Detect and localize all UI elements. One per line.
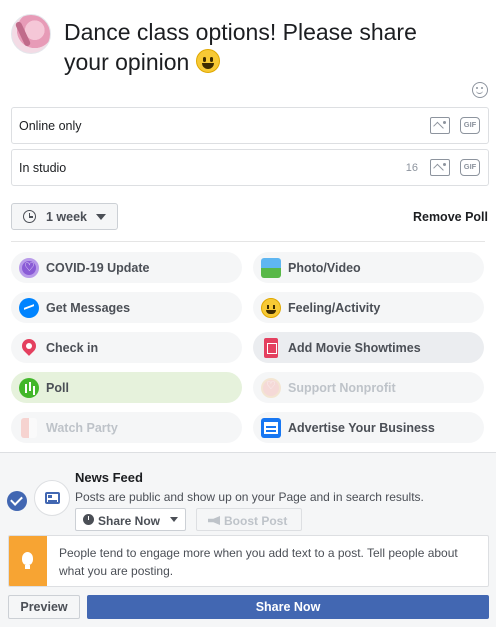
- movie-ticket-icon: [264, 338, 278, 358]
- photo-video-icon: [261, 258, 281, 278]
- share-now-button[interactable]: Share Now: [87, 595, 489, 619]
- feeling-icon: [261, 298, 281, 318]
- lightbulb-icon: [22, 552, 33, 569]
- character-count: 16: [405, 162, 418, 174]
- action-check-in[interactable]: Check in: [11, 332, 242, 363]
- action-label: Get Messages: [46, 301, 131, 315]
- clock-icon: [23, 210, 36, 223]
- action-label: Support Nonprofit: [288, 381, 396, 395]
- share-timing-label: Share Now: [98, 514, 161, 528]
- action-get-messages[interactable]: Get Messages: [11, 292, 242, 323]
- action-label: Check in: [46, 341, 99, 355]
- post-text: Dance class options! Please share your o…: [64, 19, 417, 75]
- boost-post-label: Boost Post: [224, 514, 288, 528]
- action-support-nonprofit: Support Nonprofit: [253, 372, 484, 403]
- chevron-down-icon: [96, 214, 106, 220]
- page-avatar: [11, 14, 51, 54]
- advertise-icon: [261, 418, 281, 438]
- action-poll[interactable]: Poll: [11, 372, 242, 403]
- covid-heart-icon: [19, 258, 39, 278]
- action-add-movie-showtimes[interactable]: Add Movie Showtimes: [253, 332, 484, 363]
- clock-icon: [83, 514, 94, 525]
- share-timing-dropdown[interactable]: Share Now: [75, 508, 186, 531]
- action-covid-update[interactable]: COVID-19 Update: [11, 252, 242, 283]
- action-label: Feeling/Activity: [288, 301, 381, 315]
- grinning-face-emoji-icon: [195, 49, 220, 73]
- action-label: COVID-19 Update: [46, 261, 150, 275]
- news-feed-checkbox[interactable]: [7, 491, 27, 511]
- audience-description: Posts are public and show up on your Pag…: [75, 490, 424, 504]
- poll-option-2-text[interactable]: In studio: [19, 161, 66, 175]
- action-label: Add Movie Showtimes: [288, 341, 421, 355]
- remove-poll-link[interactable]: Remove Poll: [413, 210, 488, 224]
- poll-icon: [19, 378, 39, 398]
- action-photo-video[interactable]: Photo/Video: [253, 252, 484, 283]
- poll-option-1[interactable]: Online only GIF: [11, 107, 489, 144]
- action-watch-party: Watch Party: [11, 412, 242, 443]
- location-pin-icon: [19, 336, 39, 356]
- photo-icon[interactable]: [430, 117, 450, 134]
- poll-duration-dropdown[interactable]: 1 week: [11, 203, 118, 230]
- messenger-icon: [19, 298, 39, 318]
- popcorn-icon: [21, 418, 37, 438]
- action-label: Watch Party: [46, 421, 118, 435]
- action-feeling-activity[interactable]: Feeling/Activity: [253, 292, 484, 323]
- preview-button[interactable]: Preview: [8, 595, 80, 619]
- megaphone-icon: [208, 516, 220, 525]
- poll-option-2[interactable]: In studio 16 GIF: [11, 149, 489, 186]
- poll-duration-label: 1 week: [46, 210, 88, 224]
- chevron-down-icon: [170, 517, 178, 522]
- nonprofit-heart-icon: [261, 378, 281, 398]
- gif-icon[interactable]: GIF: [460, 117, 480, 134]
- action-label: Advertise Your Business: [288, 421, 435, 435]
- post-composer: Dance class options! Please share your o…: [0, 0, 496, 452]
- news-feed-icon-wrap: [34, 480, 70, 516]
- engagement-tip: People tend to engage more when you add …: [8, 535, 489, 587]
- boost-post-button: Boost Post: [196, 508, 302, 531]
- photo-icon[interactable]: [430, 159, 450, 176]
- action-label: Poll: [46, 381, 69, 395]
- action-label: Photo/Video: [288, 261, 361, 275]
- action-advertise-business[interactable]: Advertise Your Business: [253, 412, 484, 443]
- divider: [11, 241, 485, 242]
- emoji-picker-icon[interactable]: [472, 82, 488, 98]
- tip-text: People tend to engage more when you add …: [59, 546, 458, 578]
- audience-title: News Feed: [75, 470, 143, 485]
- post-footer: News Feed Posts are public and show up o…: [0, 452, 496, 627]
- post-text-area[interactable]: Dance class options! Please share your o…: [64, 17, 444, 77]
- news-feed-icon: [45, 492, 60, 504]
- tip-accent: [9, 536, 47, 586]
- poll-option-1-text[interactable]: Online only: [19, 119, 82, 133]
- gif-icon[interactable]: GIF: [460, 159, 480, 176]
